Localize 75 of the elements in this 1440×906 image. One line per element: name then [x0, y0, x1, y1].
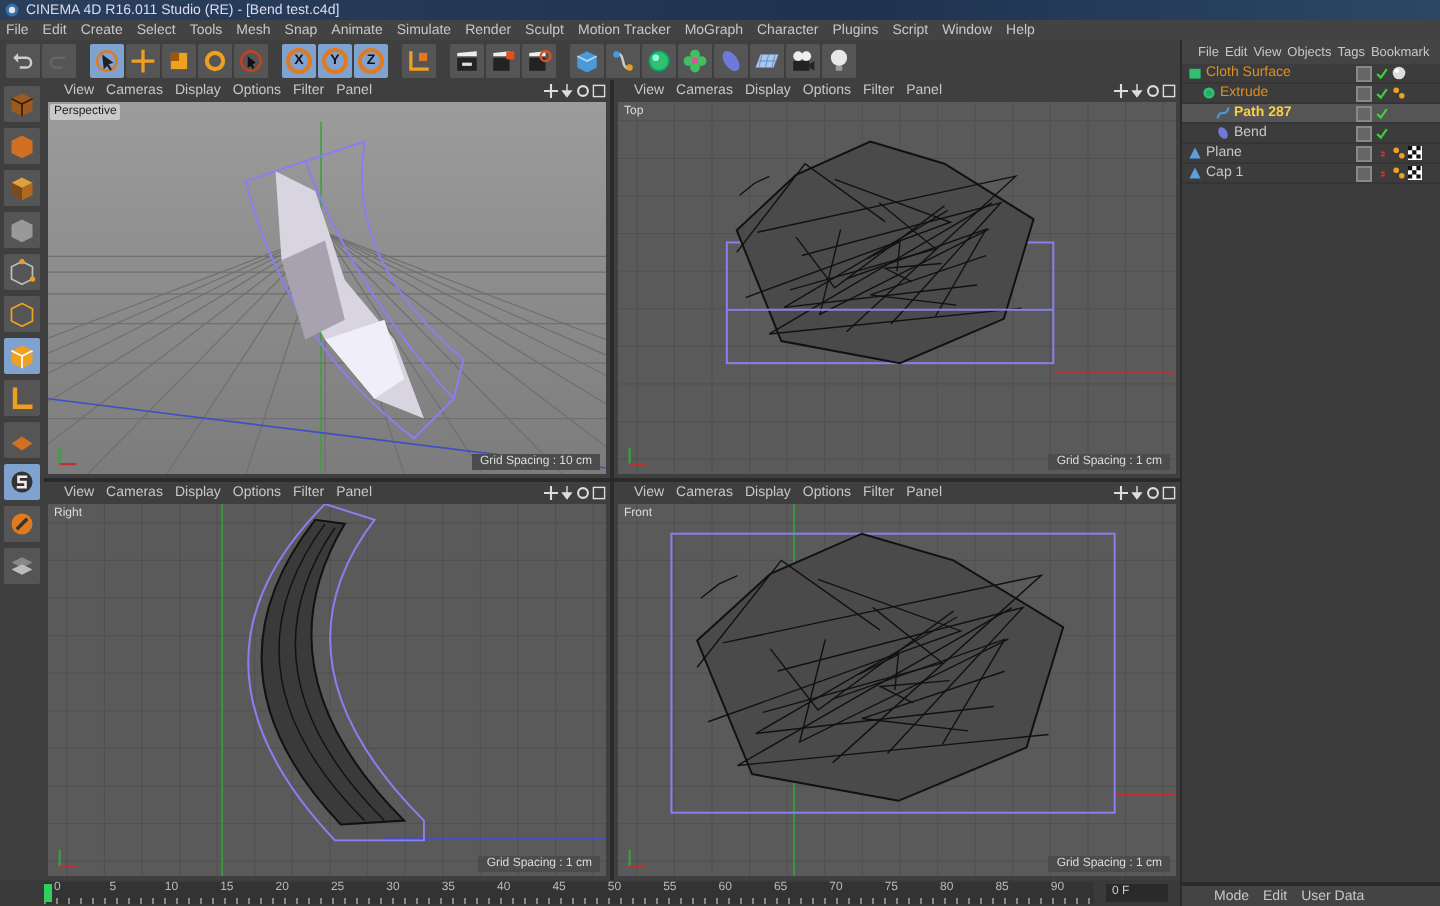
point-cube-icon — [8, 258, 36, 286]
ring-button[interactable] — [198, 43, 232, 77]
app-logo-icon — [4, 2, 20, 18]
layers-button[interactable] — [4, 548, 40, 584]
axis-corner-icon — [406, 47, 432, 73]
cross-arrows-icon[interactable] — [1114, 486, 1128, 500]
sphere-button[interactable] — [642, 43, 676, 77]
flower-icon — [682, 47, 708, 73]
axis-corner-button[interactable] — [402, 43, 436, 77]
cross-arrows-icon[interactable] — [544, 486, 558, 500]
cube-icon — [574, 47, 600, 73]
edge-cube-icon — [8, 300, 36, 328]
edge-cube-button[interactable] — [4, 296, 40, 332]
window-icon[interactable] — [592, 486, 606, 500]
clapperboard-icon — [490, 47, 516, 73]
axis-gizmo-icon — [626, 444, 648, 466]
sphere-icon — [646, 47, 672, 73]
split-cube-button[interactable] — [4, 86, 40, 122]
window-icon[interactable] — [1162, 84, 1176, 98]
phong-dots-icon — [1392, 86, 1406, 100]
pointer-icon — [94, 47, 120, 73]
cube-button[interactable] — [570, 43, 604, 77]
clapperboard-button[interactable] — [450, 43, 484, 77]
axis-l-icon — [8, 384, 36, 412]
split-cube-icon — [8, 90, 36, 118]
scale-square-button[interactable] — [162, 43, 196, 77]
axis-gizmo-icon — [56, 444, 78, 466]
cross-arrows-icon — [130, 47, 156, 73]
light-bulb-button[interactable] — [822, 43, 856, 77]
camera-button[interactable] — [786, 43, 820, 77]
cube-icon — [8, 132, 36, 160]
layers-icon — [8, 552, 36, 580]
undo-arrow-button[interactable] — [6, 43, 40, 77]
camera-icon — [790, 47, 816, 73]
light-bulb-icon — [826, 47, 852, 73]
solid-cube-button[interactable] — [4, 212, 40, 248]
pointer-circle-icon — [238, 47, 264, 73]
axis-gizmo-icon — [56, 846, 78, 868]
spline-object-icon — [1216, 106, 1230, 120]
cross-arrows-icon[interactable] — [544, 84, 558, 98]
cloth-object-icon — [1188, 66, 1202, 80]
point-cube-button[interactable] — [4, 254, 40, 290]
capsule-button[interactable] — [714, 43, 748, 77]
solid-cube-icon — [8, 216, 36, 244]
checker-texture-icon — [1408, 146, 1422, 160]
flower-button[interactable] — [678, 43, 712, 77]
polygon-cube-icon — [8, 342, 36, 370]
pointer-button[interactable] — [90, 43, 124, 77]
axis-l-button[interactable] — [4, 380, 40, 416]
axis-gizmo-icon — [626, 846, 648, 868]
bend-object-icon — [1216, 126, 1230, 140]
clapperboard-button[interactable] — [486, 43, 520, 77]
material-sphere-icon — [1392, 66, 1406, 80]
clapperboard-icon — [526, 47, 552, 73]
clapperboard-button[interactable] — [522, 43, 556, 77]
pen-path-button[interactable] — [606, 43, 640, 77]
axis-lines-drawing — [1052, 372, 1176, 374]
window-icon[interactable] — [1162, 486, 1176, 500]
scale-square-icon — [166, 47, 192, 73]
window-icon[interactable] — [592, 84, 606, 98]
down-arrow-icon[interactable] — [1130, 84, 1144, 98]
cross-arrows-icon[interactable] — [1114, 84, 1128, 98]
down-arrow-icon[interactable] — [560, 486, 574, 500]
extrude-object-icon — [1202, 86, 1216, 100]
floor-grid-button[interactable] — [750, 43, 784, 77]
cross-arrows-button[interactable] — [126, 43, 160, 77]
playhead-marker[interactable] — [44, 884, 52, 902]
capsule-icon — [718, 47, 744, 73]
checker-texture-icon — [1408, 166, 1422, 180]
ring-icon — [202, 47, 228, 73]
clapperboard-icon — [454, 47, 480, 73]
down-arrow-icon[interactable] — [1130, 486, 1144, 500]
down-arrow-icon[interactable] — [560, 84, 574, 98]
pointer-circle-button[interactable] — [234, 43, 268, 77]
pen-path-icon — [610, 47, 636, 73]
